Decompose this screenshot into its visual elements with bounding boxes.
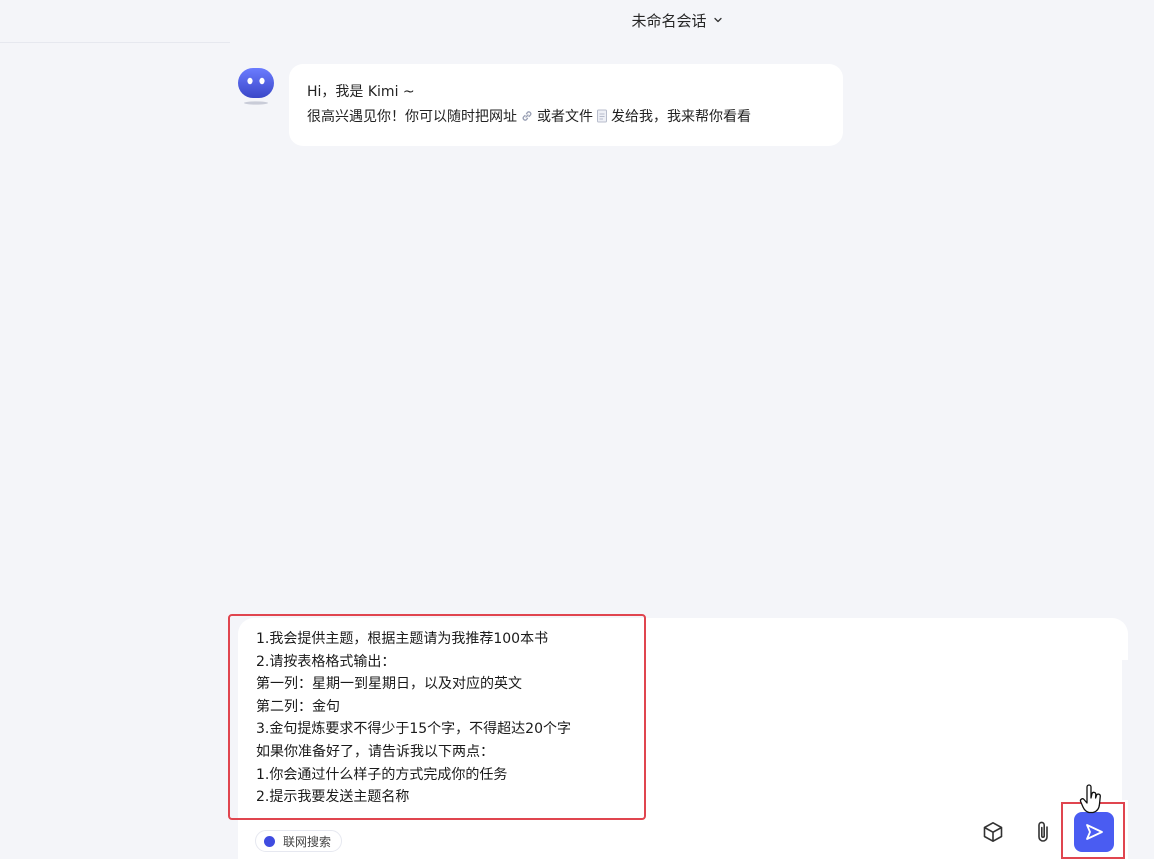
web-search-toggle[interactable]: 联网搜索 [255, 830, 343, 852]
send-button[interactable] [1074, 812, 1114, 852]
input-line: 1.我会提供主题，根据主题请为我推荐100本书 [256, 631, 549, 647]
web-search-label: 联网搜索 [283, 834, 332, 849]
cube-button[interactable] [979, 818, 1007, 846]
greeting-text-a: 很高兴遇见你！你可以随时把网址 [307, 109, 517, 125]
cube-icon [983, 822, 1003, 842]
kimi-avatar-icon [238, 68, 274, 105]
attach-button[interactable] [1029, 818, 1057, 846]
input-scrollbar-track [1122, 660, 1128, 800]
input-line: 1.你会通过什么样子的方式完成你的任务 [256, 766, 508, 783]
greeting-line-1: Hi，我是 Kimi ~ [307, 84, 415, 100]
chevron-down-icon [713, 17, 722, 23]
greeting-text-c: 发给我，我来帮你看看 [611, 109, 751, 125]
conversation-title: 未命名会话 [631, 11, 707, 30]
file-icon [597, 109, 607, 123]
input-line: 第一列：星期一到星期日，以及对应的英文 [256, 676, 522, 693]
input-line: 2.请按表格格式输出： [256, 653, 396, 670]
message-input[interactable]: 1.我会提供主题，根据主题请为我推荐100本书 2.请按表格格式输出： 第一列：… [256, 628, 636, 809]
link-icon [522, 111, 532, 121]
header: 未命名会话 [0, 0, 1154, 40]
sidebar-divider [0, 42, 230, 43]
greeting-text-b: 或者文件 [537, 109, 593, 125]
input-line: 3.金句提炼要求不得少于15个字，不得超达20个字 [256, 721, 571, 738]
assistant-greeting-bubble: Hi，我是 Kimi ~ 很高兴遇见你！你可以随时把网址 或者文件 发给我，我来帮你… [289, 64, 843, 146]
chat-page: 未命名会话 Hi，我是 Kimi ~ 很高兴遇见你！你可以随时把网址 或者文件 发给… [0, 0, 1154, 859]
input-line: 如果你准备好了，请告诉我以下两点： [256, 743, 494, 760]
toggle-dot-icon [264, 835, 275, 847]
greeting-line-2: 很高兴遇见你！你可以随时把网址 或者文件 发给我，我来帮你看看 [307, 105, 825, 130]
input-line: 2.提示我要发送主题名称 [256, 789, 410, 806]
paperclip-icon [1038, 821, 1048, 842]
input-line: 第二列：金句 [256, 698, 340, 715]
send-icon [1086, 824, 1103, 840]
conversation-title-dropdown[interactable]: 未命名会话 [631, 10, 722, 31]
